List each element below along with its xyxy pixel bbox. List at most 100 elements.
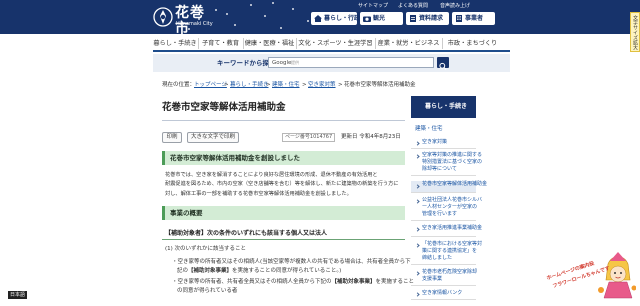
city-seal-icon — [153, 7, 173, 27]
side-nav-header[interactable]: 暮らし・手続き — [411, 96, 476, 118]
document-icon — [410, 15, 416, 22]
condition-intro: (1) 次のいずれかに該当すること — [165, 246, 247, 252]
quick-link-label: 資料請求 — [419, 15, 444, 22]
side-link-text: 除却等について — [422, 166, 457, 172]
title-divider — [162, 120, 405, 121]
logo-roman: Hanamaki City — [176, 21, 213, 27]
side-link-text: 花巻市空家等解体活用補助金 — [422, 181, 488, 187]
site-header: 花巻市 Hanamaki City サイトマップ よくある質問 音声読み上げ 暮… — [0, 0, 640, 37]
breadcrumb-separator: > — [302, 82, 307, 88]
side-link-dangerous-houses[interactable]: 花巻市老朽危険空家除却 支援事業 — [411, 269, 478, 286]
breadcrumb-living[interactable]: 暮らし・手続き — [230, 80, 269, 90]
mascot-banner[interactable]: ホームページの案内役 フラワーロールちゃんです — [538, 250, 636, 300]
side-link-silver-center[interactable]: 公益社団法人花巻市シルバ ー人材センターが空家の 管理を行います — [411, 197, 483, 221]
side-link-akiya-bank[interactable]: 空き家情報バンク — [411, 290, 476, 300]
text-size-tab[interactable]: 文字サイズ拡大 — [630, 12, 640, 52]
read-aloud-link[interactable]: 音声読み上げ — [440, 2, 470, 9]
side-link-text: 支援事業 — [422, 276, 443, 282]
bullet-1-line-2-post: を実施することの同意が得られていること。) — [232, 268, 342, 274]
language-selector[interactable]: 日本語 — [8, 291, 28, 299]
side-link-text: 空家等対策の推進に関する — [422, 152, 483, 158]
search-bar: キーワードから探す Google 提供 — [153, 54, 510, 72]
page-title: 花巻市空家等解体活用補助金 — [162, 102, 286, 113]
intro-line: 対し、解体工事の一部を補助する花巻市空家等解体活用補助金を創設しました。 — [165, 190, 352, 197]
bullet-2-line-1-pre: 空き家等の所有者、共有者全員又はその相続人全員から下記の — [177, 279, 332, 285]
search-icon — [439, 62, 447, 70]
bullet-2-line-1-bold: 【補助対象事業】 — [331, 279, 376, 285]
quick-link-label: 事業者 — [465, 15, 484, 22]
side-link-utilization-subsidy[interactable]: 空き家活用推進事業補助金 — [411, 225, 483, 237]
gnav-industry[interactable]: 産業・就労・ビジネス — [375, 38, 441, 49]
bullet-1-continued: 記の【補助対象事業】を実施することの同意が得られていること。) — [177, 267, 341, 276]
breadcrumb-separator: > — [266, 82, 271, 88]
heading-overview: 事業の概要 — [162, 206, 405, 220]
global-nav: 暮らし・手続き 子育て・教育 健康・医療・福祉 文化・スポーツ・生涯学習 産業・… — [153, 34, 510, 52]
gnav-health[interactable]: 健康・医療・福祉 — [243, 38, 295, 49]
breadcrumb-housing[interactable]: 建築・住宅 — [272, 80, 300, 90]
intro-line: 花巻市では、空き家を解消することにより良好な居住環境の形成、退休不動産の有効活用… — [165, 172, 378, 178]
side-link-demolition-subsidy[interactable]: 花巻市空家等解体活用補助金 — [411, 181, 488, 193]
breadcrumb-prefix: 現在の位置： — [162, 82, 196, 88]
side-link-text: 策に関する連携協定」を — [422, 248, 478, 254]
quick-link-brochure[interactable]: 資料請求 — [406, 12, 449, 25]
intro-line: 耐震促進を図るため、市内の空家（空き店舗等を含む）等を解体し、新たに建築物の新築… — [165, 181, 399, 188]
side-link-text: 空き家活用推進事業補助金 — [422, 225, 483, 231]
bullet-2-continued: の同意が得られている者 — [177, 288, 238, 294]
breadcrumb-current: 花巻市空家等解体活用補助金 — [344, 82, 416, 88]
house-icon — [314, 15, 322, 22]
search-button[interactable] — [437, 57, 449, 70]
quick-link-label: 暮らし・行政 — [324, 15, 361, 22]
quick-link-business[interactable]: 事業者 — [452, 12, 495, 25]
search-input[interactable]: Google 提供 — [268, 57, 434, 68]
sitemap-link[interactable]: サイトマップ — [358, 2, 388, 9]
bullet-2-line-1-post: を実施すること — [375, 279, 415, 285]
print-button[interactable]: 印刷 — [162, 132, 182, 143]
side-link-text: 「花巻市における空家等対 — [422, 241, 483, 247]
large-print-button[interactable]: 大きな文字で印刷 — [187, 132, 239, 143]
google-sub-label: 提供 — [291, 60, 299, 65]
side-link-text: 空き家対策 — [422, 139, 448, 145]
heading-created-text: 花巻市空家等解体活用補助金を創設しました — [170, 154, 300, 162]
gnav-childcare[interactable]: 子育て・教育 — [198, 38, 242, 49]
eligible-applicants-text: 【補助対象者】次の条件のいずれにも該当する個人又は法人 — [165, 230, 328, 237]
heading-overview-text: 事業の概要 — [170, 209, 203, 217]
breadcrumb-separator: > — [224, 82, 229, 88]
side-link-special-measures[interactable]: 空家等対策の推進に関する 特別措置法に基づく空家の 除却等について — [411, 152, 483, 176]
side-link-text: 管理を行います — [422, 211, 458, 217]
side-link-cooperation-agreement[interactable]: 「花巻市における空家等対 策に関する連携協定」を 締結しました — [411, 241, 483, 265]
bullet-1-line-2-pre: 記の — [177, 268, 189, 274]
breadcrumb-separator: > — [338, 82, 343, 88]
breadcrumb-vacant-houses[interactable]: 空き家対策 — [308, 80, 336, 90]
side-link-text: 空き家情報バンク — [422, 290, 463, 296]
gnav-culture[interactable]: 文化・スポーツ・生涯学習 — [296, 38, 374, 49]
quick-link-label: 観光 — [373, 15, 386, 22]
faq-link[interactable]: よくある質問 — [398, 2, 428, 9]
bullet-1: ・空き家等の所有者又はその相続人(当該空家等が複数人の共有である場合は、共有者全… — [172, 258, 411, 267]
bullet-1-line-1: 空き家等の所有者又はその相続人(当該空家等が複数人の共有である場合は、共有者全員… — [177, 259, 411, 265]
side-nav-header-text: 暮らし・手続き — [425, 103, 468, 110]
eligible-applicants-heading: 【補助対象者】次の条件のいずれにも該当する個人又は法人 — [162, 228, 405, 240]
updated-date: 更新日 令和4年8月23日 — [341, 134, 401, 140]
intro-paragraph: 花巻市では、空き家を解消することにより良好な居住環境の形成、退休不動産の有効活用… — [165, 171, 405, 199]
gnav-city[interactable]: 市政・まちづくり — [442, 38, 502, 49]
quick-link-tourism[interactable]: 観光 — [360, 12, 403, 25]
gnav-living[interactable]: 暮らし・手続き — [153, 38, 197, 49]
breadcrumb-top[interactable]: トップページ — [194, 80, 227, 90]
heading-created: 花巻市空家等解体活用補助金を創設しました — [162, 151, 405, 165]
site-logo[interactable]: 花巻市 Hanamaki City — [153, 5, 215, 37]
quick-link-living[interactable]: 暮らし・行政 — [311, 12, 361, 25]
side-link-text: 花巻市老朽危険空家除却 — [422, 269, 478, 275]
bullet-2: ・空き家等の所有者、共有者全員又はその相続人全員から下記の【補助対象事業】を実施… — [172, 278, 414, 287]
side-nav-category[interactable]: 建築・住宅 — [415, 125, 443, 134]
side-link-text: 公益社団法人花巻市シルバ — [422, 197, 483, 203]
page-id: ページ番号1014767 — [282, 133, 336, 142]
side-link-text: 特別措置法に基づく空家の — [422, 159, 483, 165]
utility-links: サイトマップ よくある質問 音声読み上げ — [358, 1, 498, 9]
search-label: キーワードから探す — [217, 59, 276, 67]
google-label: Google — [272, 60, 292, 66]
side-link-vacant-houses[interactable]: 空き家対策 — [411, 139, 476, 149]
camera-icon — [363, 16, 371, 22]
side-link-text: 締結しました — [422, 255, 453, 261]
building-icon — [456, 15, 462, 22]
side-link-text: ー人材センターが空家の — [422, 204, 478, 210]
